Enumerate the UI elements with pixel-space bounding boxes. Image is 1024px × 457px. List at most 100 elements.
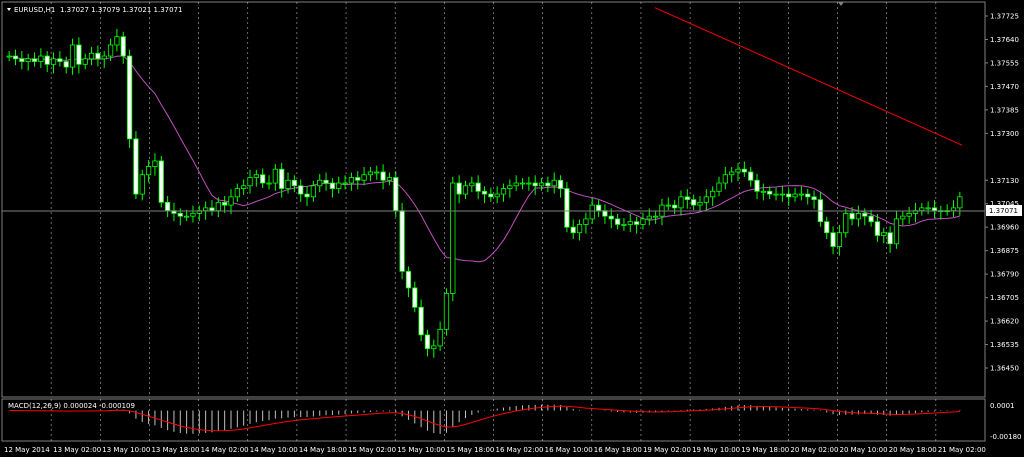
- chart-canvas[interactable]: 1.37725 1.37640 1.37555 1.37470 1.37385 1.373…: [0, 0, 1024, 457]
- candles: [6, 28, 963, 358]
- candle-body: [19, 58, 25, 62]
- time-label: 19 May 02:00: [643, 446, 691, 454]
- candle-body: [279, 168, 285, 189]
- shift-marker-icon[interactable]: [838, 2, 844, 6]
- candle-body: [310, 185, 316, 198]
- candle-body: [260, 174, 266, 184]
- candle-body: [424, 334, 431, 350]
- candle-body: [158, 160, 164, 203]
- candle-body: [184, 215, 190, 218]
- candle-body: [323, 179, 329, 184]
- price-tick-label: 1.36790: [990, 271, 1019, 279]
- time-label: 15 May 02:00: [348, 446, 396, 454]
- candle-body: [190, 212, 196, 217]
- candle-body: [716, 182, 722, 192]
- candle-body: [868, 215, 874, 223]
- candle-body: [653, 215, 659, 218]
- candle-body: [767, 190, 773, 195]
- candle-body: [342, 182, 348, 185]
- price-tick-label: 1.36875: [990, 247, 1019, 255]
- candle-body: [830, 232, 836, 247]
- candle-body: [367, 171, 374, 176]
- candle-body: [247, 177, 253, 187]
- candle-body: [665, 204, 671, 207]
- candle-body: [209, 207, 215, 212]
- price-tick-label: 1.36620: [990, 318, 1019, 326]
- candle-body: [786, 193, 792, 198]
- candle-body: [900, 215, 906, 220]
- candle-body: [741, 168, 747, 173]
- candle-body: [285, 179, 291, 189]
- candle-body: [881, 232, 887, 236]
- time-label: 13 May 02:00: [53, 446, 101, 454]
- candle-body: [475, 182, 481, 192]
- candle-body: [887, 232, 893, 245]
- candle-body: [253, 174, 259, 178]
- candle-body: [145, 166, 152, 176]
- candle-body: [589, 204, 595, 220]
- candle-body: [691, 199, 697, 206]
- chart-window[interactable]: 1.37725 1.37640 1.37555 1.37470 1.37385 1.373…: [0, 0, 1024, 457]
- time-label: 15 May 18:00: [446, 446, 494, 454]
- candle-body: [507, 185, 513, 189]
- price-tick-label: 1.37725: [990, 13, 1019, 21]
- price-tick-label: 1.37385: [990, 106, 1019, 114]
- candle-body: [640, 218, 646, 225]
- candle-body: [621, 224, 627, 226]
- candle-body: [203, 207, 209, 212]
- candle-body: [627, 221, 633, 225]
- candle-body: [234, 188, 240, 198]
- candle-body: [710, 190, 716, 198]
- candle-body: [906, 212, 912, 217]
- time-axis: 12 May 2014 13 May 02:00 13 May 10:00 13 Ma…: [4, 446, 986, 454]
- candle-body: [760, 190, 766, 193]
- candle-body: [133, 138, 139, 195]
- candle-body: [44, 55, 50, 65]
- candle-body: [855, 212, 862, 220]
- candle-body: [608, 215, 614, 220]
- candle-body: [177, 212, 183, 217]
- candle-body: [266, 182, 272, 185]
- candle-body: [164, 201, 171, 212]
- candle-body: [348, 177, 355, 184]
- price-tick-label: 1.37470: [990, 83, 1019, 91]
- price-tick-label: 1.37555: [990, 59, 1019, 67]
- candle-body: [805, 193, 811, 198]
- candle-body: [633, 221, 640, 225]
- time-label: 13 May 10:00: [102, 446, 150, 454]
- time-label: 19 May 18:00: [741, 446, 789, 454]
- candle-body: [450, 182, 456, 294]
- candle-body: [792, 193, 798, 198]
- candle-body: [241, 185, 247, 189]
- candle-body: [272, 168, 278, 184]
- candle-body: [431, 345, 437, 350]
- candle-body: [754, 179, 760, 192]
- candle-body: [355, 177, 361, 181]
- candle-body: [31, 58, 38, 62]
- candle-body: [25, 58, 31, 62]
- candle-body: [538, 182, 545, 187]
- candle-body: [494, 193, 500, 198]
- time-label: 16 May 02:00: [496, 446, 544, 454]
- candle-body: [614, 218, 621, 225]
- candle-body: [69, 44, 76, 68]
- dropdown-arrow-icon[interactable]: [7, 8, 11, 11]
- candle-body: [773, 193, 779, 196]
- macd-legend: MACD(12,26,9) 0.000024 -0.000109: [8, 402, 135, 410]
- candle-body: [513, 182, 519, 187]
- candle-body: [488, 193, 494, 198]
- time-label: 20 May 10:00: [840, 446, 888, 454]
- current-price-label: 1.37071: [989, 207, 1018, 215]
- candle-body: [564, 188, 570, 228]
- candle-body: [456, 182, 462, 195]
- candle-body: [443, 293, 450, 330]
- candle-body: [63, 61, 69, 68]
- candle-body: [114, 36, 120, 46]
- time-label: 14 May 02:00: [201, 446, 249, 454]
- price-tick-label: 1.37640: [990, 36, 1019, 44]
- candle-body: [798, 193, 805, 196]
- candle-body: [222, 201, 228, 206]
- candle-body: [595, 204, 602, 212]
- candle-body: [469, 182, 475, 187]
- time-label: 20 May 18:00: [889, 446, 937, 454]
